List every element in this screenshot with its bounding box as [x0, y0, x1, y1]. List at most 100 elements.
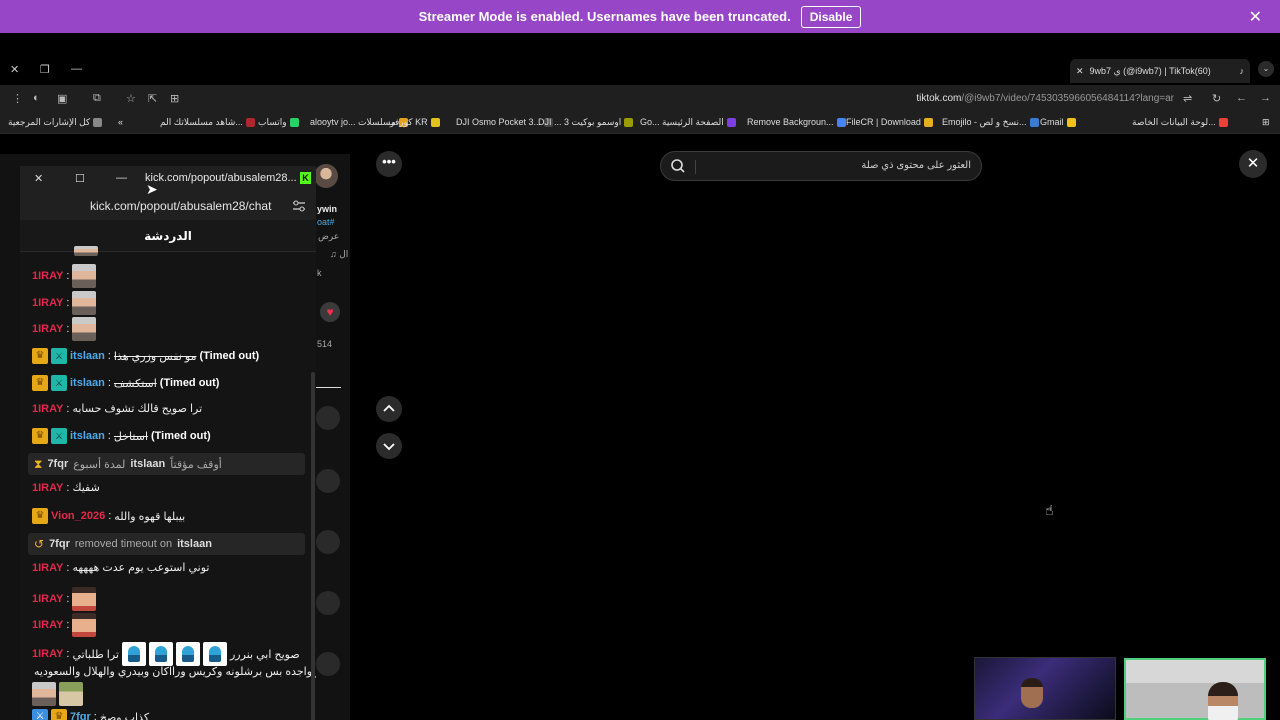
bookmark-item[interactable]: FileCR | Download [846, 117, 933, 127]
chat-message: ♛ Vion_2026: بيبلها قهوه والله [32, 508, 185, 524]
chat-scrollbar[interactable] [311, 372, 315, 720]
chat-message: ♛ ⚔ itslaan: استكشف (Timed out) [32, 375, 219, 391]
site-settings-icon[interactable]: ⇌ [1183, 92, 1192, 105]
action-circle[interactable] [316, 406, 340, 430]
apps-grid-icon[interactable]: ⊞ [1262, 117, 1270, 128]
bookmark-item[interactable]: Gmail [1040, 117, 1076, 127]
share-icon[interactable]: ⇱ [148, 92, 157, 105]
chat-username[interactable]: 7fqr [70, 711, 91, 720]
menu-icon[interactable]: ⋮ [12, 92, 23, 105]
chat-username[interactable]: 1IRAY [32, 270, 63, 282]
bookmarks-bar: « كل الإشارات المرجعية شاهد مسلسلاتك الم..… [0, 112, 1280, 134]
streamer-face [1021, 678, 1043, 708]
popout-url-bar: kick.com/popout/abusalem28/chat [20, 192, 316, 220]
bookmark-item[interactable]: Emojilo - نسخ و لص... [942, 117, 1039, 128]
stream-thumbnail[interactable] [974, 657, 1116, 720]
bookmark-label: شاهد مسلسلاتك الم... [160, 117, 243, 127]
url-field[interactable]: tiktok.com/@i9wb7/video/7453035966056484… [916, 93, 1174, 104]
back-icon[interactable]: → [1260, 92, 1271, 104]
hand-cursor-icon: ☝ [1045, 502, 1054, 518]
puzzle-icon[interactable]: ⧉ [93, 92, 101, 105]
target-name[interactable]: itslaan [177, 538, 212, 550]
popout-minimize-icon[interactable]: — [116, 172, 127, 184]
previous-video-button[interactable] [376, 396, 402, 422]
bookmark-item[interactable]: شاهد مسلسلاتك الم... [160, 117, 255, 128]
bookmark-item[interactable]: واتساب [258, 117, 299, 128]
search-icon [671, 159, 685, 173]
profile-tag[interactable]: oat# [317, 217, 335, 227]
chat-username[interactable]: 1IRAY [32, 403, 63, 415]
window-close-icon[interactable]: ✕ [10, 63, 19, 76]
chat-username[interactable]: 1IRAY [32, 482, 63, 494]
kick-chat-popout: ✕ ☐ — kick.com/popout/abusalem28... K ki… [20, 166, 316, 720]
tiktok-icon: ♪ [1239, 66, 1245, 76]
bookmarks-overflow-icon[interactable]: « [118, 117, 123, 127]
bookmark-item[interactable]: Go... الصفحة الرئيسية [640, 117, 736, 128]
timeout-notice: ⧗ 7fqr لمدة أسبوع itslaan أوقف مؤقتاً [28, 453, 305, 475]
close-icon[interactable]: ✕ [1249, 7, 1262, 27]
bookmark-item[interactable]: كورفر KR [390, 117, 440, 128]
chat-message: 1IRAY: ترا طلباتي صويح ابي بنررر [32, 642, 300, 666]
chat-username[interactable]: itslaan [70, 350, 105, 362]
chat-username[interactable]: 1IRAY [32, 593, 63, 605]
chat-emote-row [32, 682, 83, 706]
mod-name[interactable]: 7fqr [47, 458, 68, 470]
avatar[interactable] [314, 164, 338, 188]
chat-username[interactable]: itslaan [70, 377, 105, 389]
popout-maximize-icon[interactable]: ☐ [75, 172, 85, 185]
bookmark-item[interactable]: DJI ... اوسمو بوكيت 3 [538, 117, 634, 128]
bookmark-item[interactable]: Remove Backgroun... [747, 117, 846, 127]
translate-icon[interactable]: ⊞ [170, 92, 179, 105]
chat-username[interactable]: 1IRAY [32, 619, 63, 631]
moderator-badge-icon: ⚔ [51, 348, 67, 364]
mod-name[interactable]: 7fqr [49, 538, 70, 550]
window-restore-icon[interactable]: ❐ [40, 63, 50, 76]
profile-icon[interactable]: ◐ [33, 92, 40, 104]
close-icon[interactable]: ✕ [1239, 150, 1267, 178]
tab-tiktok[interactable]: ✕ 9wb7 ي (@i9wb7) | TikTok(60) ♪ [1070, 59, 1250, 83]
forward-icon[interactable]: ← [1236, 92, 1247, 104]
notice-text: removed timeout on [74, 538, 173, 550]
bookmark-favicon-icon [1218, 118, 1228, 127]
tab-close-icon[interactable]: ✕ [1076, 66, 1084, 77]
disable-button[interactable]: Disable [800, 5, 862, 28]
extensions-icon[interactable]: ▣ [57, 92, 67, 105]
bookmark-item[interactable]: كل الإشارات المرجعية [8, 117, 103, 128]
chat-message: ♛ ⚔ itslaan: مو نفس وزري هذا (Timed out) [32, 348, 259, 364]
chat-username[interactable]: Vion_2026 [51, 510, 105, 522]
chat-list: 1IRAY: 1IRAY: 1IRAY: ♛ ⚔ itslaan: مو نفس … [20, 246, 316, 720]
action-circle[interactable] [316, 591, 340, 615]
chat-message: ♛ ⚔ itslaan: استاخل (Timed out) [32, 428, 211, 444]
chat-message: 1IRAY: [32, 264, 97, 288]
chat-username[interactable]: 1IRAY [32, 562, 63, 574]
more-icon[interactable]: ••• [376, 151, 402, 177]
crown-badge-icon: ♛ [32, 375, 48, 391]
action-circle[interactable] [316, 530, 340, 554]
chat-username[interactable]: 1IRAY [32, 297, 63, 309]
action-circle[interactable] [316, 469, 340, 493]
popout-url[interactable]: kick.com/popout/abusalem28/chat [90, 199, 271, 213]
profile-name: ywin [317, 204, 338, 214]
bookmark-label: كورفر KR [390, 117, 428, 127]
window-minimize-icon[interactable]: — [71, 63, 82, 75]
next-video-button[interactable] [376, 433, 402, 459]
camera-thumbnail[interactable] [1124, 658, 1266, 720]
reload-icon[interactable]: ↻ [1212, 92, 1221, 105]
tune-icon[interactable] [292, 199, 306, 213]
action-circle[interactable] [316, 652, 340, 676]
chat-username[interactable]: 1IRAY [32, 323, 63, 335]
popout-close-icon[interactable]: ✕ [34, 172, 43, 185]
like-icon[interactable]: ♥ [320, 302, 340, 322]
chat-username[interactable]: itslaan [70, 430, 105, 442]
tab-search-icon[interactable]: ⌄ [1258, 61, 1274, 77]
crown-badge-icon: ♛ [32, 428, 48, 444]
bookmark-item[interactable]: لوحة البيانات الخاصة... [1132, 117, 1228, 128]
chat-username[interactable]: 1IRAY [32, 648, 63, 660]
tab-title: 9wb7 ي (@i9wb7) | TikTok(60) [1089, 65, 1211, 76]
search-input[interactable]: العثور على محتوى ذي صلة [660, 151, 982, 181]
chat-text: بيبلها قهوه والله [114, 510, 186, 523]
target-name[interactable]: itslaan [130, 458, 165, 470]
bookmark-star-icon[interactable]: ☆ [126, 92, 136, 105]
hourglass-icon: ⧗ [34, 456, 43, 471]
moderator-badge-icon: ⚔ [51, 428, 67, 444]
